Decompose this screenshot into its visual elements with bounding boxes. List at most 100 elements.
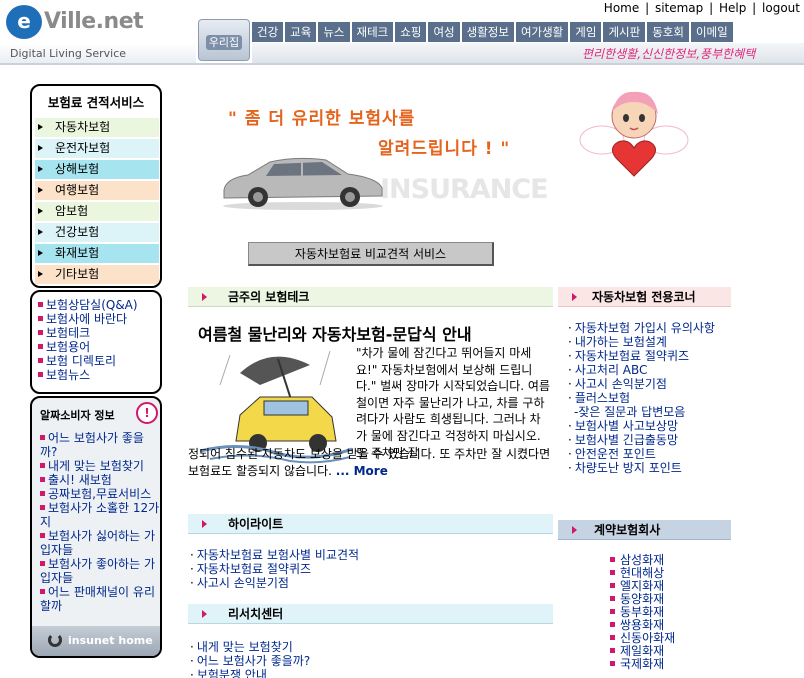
triangle-icon bbox=[202, 610, 207, 618]
link-tech[interactable]: 보험테크 bbox=[38, 326, 90, 340]
nav-finance[interactable]: 재테크 bbox=[351, 22, 394, 42]
triangle-icon bbox=[38, 229, 43, 235]
bullet-icon bbox=[40, 561, 45, 566]
highlight-item[interactable]: · 자동차보험료 보험사별 비교견적 bbox=[190, 548, 359, 562]
research-item[interactable]: · 어느 보험사가 좋을까? bbox=[190, 654, 310, 668]
company-item[interactable]: 국제화재 bbox=[610, 658, 664, 671]
top-link-logout[interactable]: logout bbox=[762, 1, 800, 15]
dot-icon: · bbox=[190, 654, 194, 668]
info-item[interactable]: 어느 보험사가 좋을까? bbox=[40, 431, 160, 459]
nav-board[interactable]: 게시판 bbox=[603, 22, 646, 42]
link-directory[interactable]: 보험 디렉토리 bbox=[38, 354, 116, 368]
top-link-sitemap[interactable]: sitemap bbox=[655, 1, 703, 15]
sidebar-item-cancer[interactable]: 암보험 bbox=[35, 202, 159, 221]
auto-corner-item[interactable]: · 보험사별 사고보상망 bbox=[568, 419, 678, 433]
research-item[interactable]: · 보험분쟁 안내 bbox=[190, 668, 267, 678]
sidebar-item-label: 운전자보험 bbox=[55, 141, 111, 155]
dot-icon: · bbox=[568, 447, 572, 461]
site-slogan: Digital Living Service bbox=[10, 47, 127, 60]
nav-education[interactable]: 교육 bbox=[285, 22, 317, 42]
dot-icon: · bbox=[190, 640, 194, 654]
sidebar-item-driver[interactable]: 운전자보험 bbox=[35, 139, 159, 158]
nav-game[interactable]: 게임 bbox=[570, 22, 602, 42]
bullet-icon bbox=[40, 435, 45, 440]
info-item[interactable]: 보험사가 싫어하는 가입자들 bbox=[40, 529, 160, 557]
auto-corner-item[interactable]: · 내가하는 보험설계 bbox=[568, 335, 667, 349]
car-illustration bbox=[223, 157, 383, 210]
auto-corner-item[interactable]: · 자동차보험료 절약퀴즈 bbox=[568, 349, 689, 363]
auto-corner-item[interactable]: · 보험사별 긴급출동망 bbox=[568, 433, 678, 447]
auto-corner-item[interactable]: -잦은 질문과 답변모음 bbox=[574, 405, 685, 419]
more-link[interactable]: ... More bbox=[336, 464, 388, 478]
link-counsel[interactable]: 보험상담실(Q&A) bbox=[38, 298, 138, 312]
separator: | bbox=[709, 1, 714, 15]
header-tagline: 편리한생활,신신한정보,풍부한혜택 bbox=[582, 47, 756, 61]
item-label: 제일화재 bbox=[620, 644, 665, 658]
info-item[interactable]: 출시! 새보험 bbox=[40, 473, 160, 488]
info-item[interactable]: 내게 맞는 보험찾기 bbox=[40, 459, 160, 474]
research-item[interactable]: · 내게 맞는 보험찾기 bbox=[190, 640, 293, 654]
auto-corner-item[interactable]: · 자동차보험 가입시 유의사항 bbox=[568, 321, 715, 335]
angel-heart-illustration bbox=[579, 91, 689, 177]
insunet-home-button[interactable]: insunet home bbox=[32, 626, 160, 656]
nav-women[interactable]: 여성 bbox=[428, 22, 460, 42]
auto-corner-item[interactable]: · 플러스보험 bbox=[568, 391, 630, 405]
item-label: 자동차보험료 절약퀴즈 bbox=[196, 562, 312, 576]
link-request[interactable]: 보험사에 바란다 bbox=[38, 312, 127, 326]
nav-leisure[interactable]: 여가생활 bbox=[515, 22, 569, 42]
sidebar-item-travel[interactable]: 여행보험 bbox=[35, 181, 159, 200]
woori-house-button[interactable]: 우리집 bbox=[198, 19, 250, 61]
item-label: 자동차보험 가입시 유의사항 bbox=[574, 321, 715, 335]
auto-corner-item[interactable]: · 사고처리 ABC bbox=[568, 363, 647, 377]
dot-icon: · bbox=[568, 391, 572, 405]
bullet-icon bbox=[610, 622, 615, 627]
info-item-label: 어느 보험사가 좋을까? bbox=[40, 431, 144, 459]
dot-icon: · bbox=[190, 576, 194, 590]
bullet-icon bbox=[610, 661, 615, 666]
logo-text: Ville.net bbox=[44, 9, 144, 34]
compare-quote-button[interactable]: 자동차보험료 비교견적 서비스 bbox=[248, 242, 494, 266]
main-nav: 건강 교육 뉴스 재테크 쇼핑 여성 생활정보 여가생활 게임 게시판 동호회 … bbox=[252, 22, 762, 42]
sidebar-item-injury[interactable]: 상해보험 bbox=[35, 160, 159, 179]
item-label: 사고시 손익분기점 bbox=[574, 377, 667, 391]
section-title: 금주의 보험테크 bbox=[228, 290, 310, 304]
highlight-item[interactable]: · 자동차보험료 절약퀴즈 bbox=[190, 562, 311, 576]
auto-corner-item[interactable]: · 차량도난 방지 포인트 bbox=[568, 461, 682, 475]
top-link-home[interactable]: Home bbox=[604, 1, 639, 15]
sidebar-item-label: 여행보험 bbox=[55, 183, 100, 197]
site-logo[interactable]: e Ville.net bbox=[6, 5, 181, 41]
link-glossary[interactable]: 보험용어 bbox=[38, 340, 90, 354]
link-news[interactable]: 보험뉴스 bbox=[38, 368, 90, 382]
nav-email[interactable]: 이메일 bbox=[690, 22, 733, 42]
sidebar-item-fire[interactable]: 화재보험 bbox=[35, 244, 159, 263]
info-item[interactable]: 보험사가 좋아하는 가입자들 bbox=[40, 557, 160, 585]
insurance-links-box: 보험상담실(Q&A) 보험사에 바란다 보험테크 보험용어 보험 디렉토리 보험… bbox=[30, 290, 162, 394]
info-item[interactable]: 공짜보험,무료서비스 bbox=[40, 487, 160, 502]
article-body-continued: 정되어 침수된 자동차도 보상을 받을 수 있습니다. 또 주차만 잘 시켰다면… bbox=[188, 446, 554, 479]
sidebar-item-other[interactable]: 기타보험 bbox=[35, 265, 159, 284]
info-item[interactable]: 어느 판매채널이 유리할까 bbox=[40, 585, 160, 613]
bullet-icon bbox=[610, 648, 615, 653]
weekly-tech-heading: 금주의 보험테크 bbox=[188, 287, 553, 307]
dot-icon: · bbox=[568, 335, 572, 349]
dot-icon: · bbox=[568, 321, 572, 335]
article-title[interactable]: 여름철 물난리와 자동차보험-문답식 안내 bbox=[198, 321, 472, 345]
nav-living-info[interactable]: 생활정보 bbox=[461, 22, 514, 42]
sidebar-item-auto[interactable]: 자동차보험 bbox=[35, 118, 159, 137]
nav-club[interactable]: 동호회 bbox=[647, 22, 689, 42]
sidebar-item-label: 건강보험 bbox=[55, 225, 100, 239]
nav-news[interactable]: 뉴스 bbox=[318, 22, 350, 42]
link-label: 보험사에 바란다 bbox=[46, 312, 128, 326]
sidebar-item-health[interactable]: 건강보험 bbox=[35, 223, 159, 242]
top-link-help[interactable]: Help bbox=[719, 1, 746, 15]
auto-corner-item[interactable]: · 안전운전 포인트 bbox=[568, 447, 656, 461]
link-label: 보험테크 bbox=[46, 326, 91, 340]
nav-health[interactable]: 건강 bbox=[252, 22, 284, 42]
separator: | bbox=[752, 1, 757, 15]
item-label: -잦은 질문과 답변모음 bbox=[574, 405, 686, 419]
highlight-item[interactable]: · 사고시 손익분기점 bbox=[190, 576, 289, 590]
auto-corner-item[interactable]: · 사고시 손익분기점 bbox=[568, 377, 667, 391]
info-item[interactable]: 보험사가 소홀한 12가지 bbox=[40, 501, 160, 529]
nav-shopping[interactable]: 쇼핑 bbox=[395, 22, 427, 42]
info-item-label: 공짜보험,무료서비스 bbox=[48, 487, 152, 501]
